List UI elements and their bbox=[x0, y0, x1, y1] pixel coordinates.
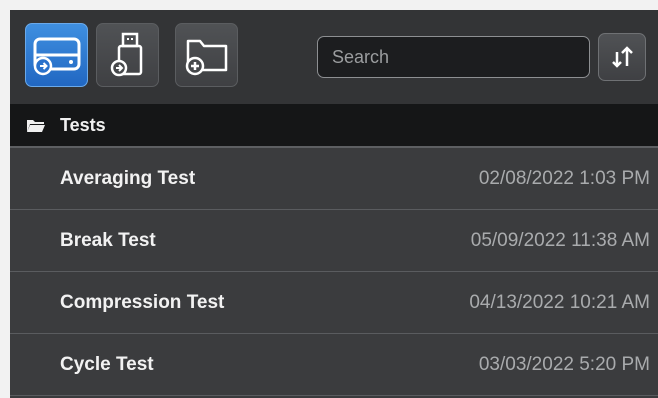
folder-header[interactable]: Tests bbox=[10, 104, 658, 148]
open-folder-icon bbox=[26, 118, 46, 132]
usb-drive-button[interactable] bbox=[96, 23, 159, 87]
test-date: 02/08/2022 1:03 PM bbox=[478, 167, 650, 189]
drive-icon bbox=[33, 37, 80, 76]
sort-icon bbox=[612, 46, 633, 68]
new-folder-button[interactable] bbox=[175, 23, 238, 87]
test-list: Averaging Test 02/08/2022 1:03 PM Break … bbox=[10, 148, 658, 396]
test-name: Cycle Test bbox=[60, 353, 154, 375]
folder-title: Tests bbox=[60, 114, 106, 135]
search-input[interactable] bbox=[317, 36, 590, 78]
test-name: Break Test bbox=[60, 229, 156, 251]
list-item[interactable]: Averaging Test 02/08/2022 1:03 PM bbox=[10, 148, 658, 210]
internal-drive-button[interactable] bbox=[25, 23, 88, 87]
toolbar bbox=[10, 10, 658, 104]
list-item[interactable]: Compression Test 04/13/2022 10:21 AM bbox=[10, 272, 658, 334]
list-item[interactable]: Cycle Test 03/03/2022 5:20 PM bbox=[10, 334, 658, 396]
add-folder-icon bbox=[185, 39, 227, 76]
usb-drive-icon bbox=[110, 32, 142, 77]
file-browser-panel: Tests Averaging Test 02/08/2022 1:03 PM … bbox=[10, 10, 658, 398]
test-date: 03/03/2022 5:20 PM bbox=[478, 353, 650, 375]
test-name: Averaging Test bbox=[60, 167, 196, 189]
sort-button[interactable] bbox=[598, 33, 646, 81]
test-date: 04/13/2022 10:21 AM bbox=[469, 291, 650, 313]
test-name: Compression Test bbox=[60, 291, 225, 313]
list-item[interactable]: Break Test 05/09/2022 11:38 AM bbox=[10, 210, 658, 272]
test-date: 05/09/2022 11:38 AM bbox=[470, 229, 650, 251]
